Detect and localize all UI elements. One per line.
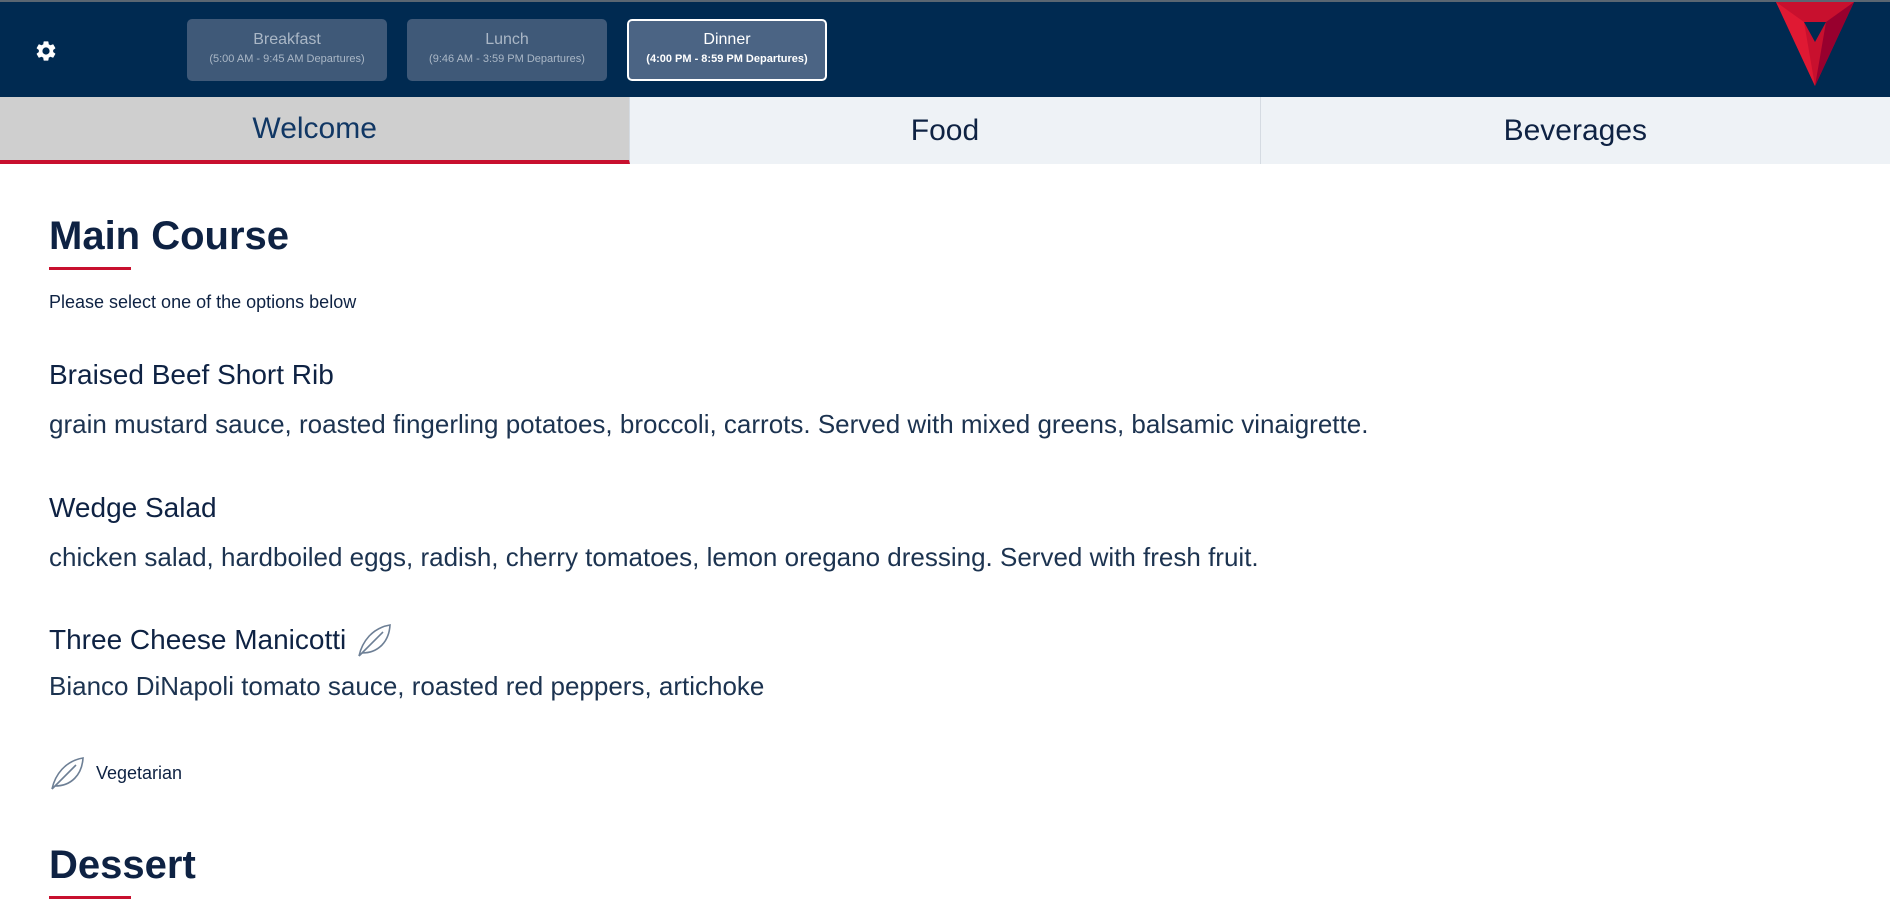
dish-description: Bianco DiNapoli tomato sauce, roasted re… — [49, 671, 765, 701]
menu-item[interactable]: Wedge Salad chicken salad, hardboiled eg… — [49, 491, 1259, 573]
meal-time-range: (9:46 AM - 3:59 PM Departures) — [429, 53, 585, 65]
title-underline — [49, 896, 131, 899]
tab-food[interactable]: Food — [630, 97, 1261, 164]
tab-label: Beverages — [1503, 113, 1648, 147]
top-bar: Breakfast (5:00 AM - 9:45 AM Departures)… — [0, 0, 1890, 97]
legend-label: Vegetarian — [96, 762, 183, 783]
main-course-title: Main Course — [49, 214, 290, 258]
tab-beverages[interactable]: Beverages — [1260, 97, 1890, 164]
tab-label: Welcome — [252, 111, 377, 145]
menu-item[interactable]: Braised Beef Short Rib grain mustard sau… — [49, 358, 1368, 440]
tab-bar: Welcome Food Beverages — [0, 97, 1890, 164]
title-underline — [49, 267, 131, 270]
tab-label: Food — [910, 113, 980, 147]
tab-welcome[interactable]: Welcome — [0, 97, 631, 164]
gear-icon[interactable] — [34, 39, 58, 63]
dish-name-row: Three Cheese Manicotti — [49, 622, 764, 658]
delta-logo-icon — [1776, 2, 1854, 86]
selection-instruction: Please select one of the options below — [49, 292, 357, 312]
dessert-title: Dessert — [49, 843, 196, 887]
dish-name: Braised Beef Short Rib — [49, 359, 334, 390]
vegetarian-legend: Vegetarian — [49, 755, 182, 791]
meal-time-range: (5:00 AM - 9:45 AM Departures) — [209, 53, 365, 65]
meal-button-dinner[interactable]: Dinner (4:00 PM - 8:59 PM Departures) — [627, 19, 827, 81]
dish-name: Wedge Salad — [49, 492, 217, 523]
dish-description: chicken salad, hardboiled eggs, radish, … — [49, 542, 1259, 572]
meal-name: Lunch — [485, 31, 529, 48]
meal-name: Breakfast — [253, 31, 321, 48]
meal-button-breakfast[interactable]: Breakfast (5:00 AM - 9:45 AM Departures) — [187, 19, 387, 81]
leaf-icon — [51, 757, 84, 790]
meal-time-range: (4:00 PM - 8:59 PM Departures) — [646, 53, 808, 65]
dish-description: grain mustard sauce, roasted fingerling … — [49, 409, 1369, 439]
menu-item[interactable]: Three Cheese Manicotti Bianco DiNapoli t… — [49, 622, 764, 702]
dish-name: Three Cheese Manicotti — [49, 624, 347, 655]
leaf-icon — [358, 624, 392, 657]
meal-button-lunch[interactable]: Lunch (9:46 AM - 3:59 PM Departures) — [407, 19, 607, 81]
meal-name: Dinner — [703, 31, 751, 48]
